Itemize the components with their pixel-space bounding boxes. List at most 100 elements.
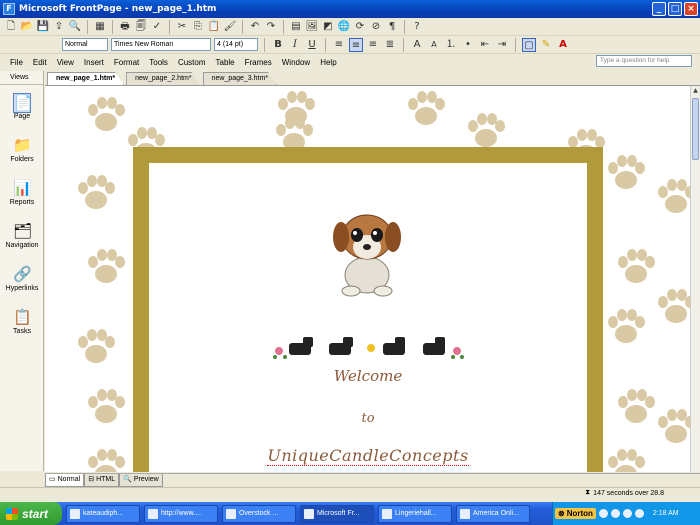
scroll-thumb[interactable] xyxy=(692,98,699,160)
tray-icon[interactable] xyxy=(598,509,608,518)
show-all-icon[interactable]: ¶ xyxy=(385,20,399,34)
scroll-up-icon[interactable]: ▲ xyxy=(691,86,700,96)
publish-icon[interactable]: ⇪ xyxy=(52,20,66,34)
print-icon[interactable]: 🖶 xyxy=(118,20,132,34)
tray-icon[interactable] xyxy=(610,509,620,518)
view-tasks[interactable]: 📋 Tasks xyxy=(0,300,44,343)
vertical-scrollbar[interactable]: ▲ xyxy=(690,86,700,472)
menu-tools[interactable]: Tools xyxy=(149,58,168,67)
cut-icon[interactable]: ✂ xyxy=(175,20,189,34)
align-right-icon[interactable]: ≡ xyxy=(366,38,380,52)
start-button[interactable]: start xyxy=(0,502,62,525)
to-text: to xyxy=(149,411,587,426)
taskbar-label: Lingeriehall... xyxy=(395,509,437,517)
tab-html[interactable]: ⊟ HTML xyxy=(84,474,120,487)
taskbar-button[interactable]: kateaudiph... xyxy=(66,504,140,523)
tab-new-page-1[interactable]: new_page_1.htm* xyxy=(47,72,125,85)
underline-icon[interactable]: U xyxy=(305,38,319,52)
menu-frames[interactable]: Frames xyxy=(245,58,272,67)
tab-preview[interactable]: 🔍 Preview xyxy=(119,474,163,487)
view-reports[interactable]: 📊 Reports xyxy=(0,171,44,214)
taskbar-button[interactable]: America Onli... xyxy=(456,504,530,523)
justify-icon[interactable]: ≣ xyxy=(383,38,397,52)
paste-icon[interactable]: 📋 xyxy=(207,20,221,34)
norton-button[interactable]: ⊗ Norton xyxy=(555,508,596,519)
minimize-button[interactable]: _ xyxy=(652,2,666,16)
stop-icon[interactable]: ⊘ xyxy=(369,20,383,34)
insert-picture-icon[interactable]: 🖼 xyxy=(305,20,319,34)
menu-format[interactable]: Format xyxy=(114,58,139,67)
views-header: Views xyxy=(0,71,43,85)
font-size-dropdown[interactable]: 4 (14 pt) xyxy=(214,38,258,51)
taskbar-button[interactable]: Overstock ... xyxy=(222,504,296,523)
style-dropdown[interactable]: Normal xyxy=(62,38,108,51)
maximize-button[interactable]: □ xyxy=(668,2,682,16)
reports-icon: 📊 xyxy=(13,180,32,197)
menu-window[interactable]: Window xyxy=(282,58,310,67)
tab-normal[interactable]: ▭ Normal xyxy=(45,474,85,487)
content-cell[interactable]: Welcome to UniqueCandleConcepts xyxy=(149,163,587,472)
editor-area[interactable]: Welcome to UniqueCandleConcepts xyxy=(45,86,690,472)
window-title: Microsoft FrontPage - new_page_1.htm xyxy=(19,4,217,14)
app-icon xyxy=(70,508,80,519)
drawing-icon[interactable]: ◩ xyxy=(321,20,335,34)
help-icon[interactable]: ? xyxy=(410,20,424,34)
highlight-icon[interactable]: ✎ xyxy=(539,38,553,52)
font-color-icon[interactable]: A xyxy=(556,38,570,52)
menu-view[interactable]: View xyxy=(57,58,74,67)
decrease-font-icon[interactable]: A xyxy=(427,38,441,52)
refresh-icon[interactable]: ⟳ xyxy=(353,20,367,34)
italic-icon[interactable]: I xyxy=(288,38,302,52)
separator xyxy=(169,19,170,34)
spelling-icon[interactable]: ✓ xyxy=(150,20,164,34)
view-folders[interactable]: 📁 Folders xyxy=(0,128,44,171)
copy-icon[interactable]: ⎘ xyxy=(191,20,205,34)
align-left-icon[interactable]: ≡ xyxy=(332,38,346,52)
menu-insert[interactable]: Insert xyxy=(84,58,104,67)
menu-edit[interactable]: Edit xyxy=(33,58,47,67)
bullets-icon[interactable]: • xyxy=(461,38,475,52)
menu-help[interactable]: Help xyxy=(320,58,336,67)
decrease-indent-icon[interactable]: ⇤ xyxy=(478,38,492,52)
tray-icon[interactable] xyxy=(634,509,644,518)
redo-icon[interactable]: ↷ xyxy=(264,20,278,34)
tab-new-page-2[interactable]: new_page_2.htm* xyxy=(126,72,201,85)
view-hyperlinks[interactable]: 🔗 Hyperlinks xyxy=(0,257,44,300)
bold-icon[interactable]: B xyxy=(271,38,285,52)
view-label: Folders xyxy=(10,156,34,163)
numbering-icon[interactable]: ⒈ xyxy=(444,38,458,52)
tab-label: Preview xyxy=(133,476,159,483)
font-dropdown[interactable]: Times New Roman xyxy=(111,38,211,51)
increase-indent-icon[interactable]: ⇥ xyxy=(495,38,509,52)
tab-new-page-3[interactable]: new_page_3.htm* xyxy=(202,72,278,85)
close-button[interactable]: × xyxy=(684,2,698,16)
app-icon xyxy=(382,508,392,519)
taskbar-button[interactable]: http://www.... xyxy=(144,504,218,523)
page-view-icon: 📄 xyxy=(13,93,33,113)
tray-icon[interactable] xyxy=(622,509,632,518)
save-icon[interactable]: 💾 xyxy=(36,20,50,34)
menu-file[interactable]: File xyxy=(10,58,23,67)
view-page[interactable]: 📄 Page xyxy=(0,85,44,128)
new-page-icon[interactable]: 🗋 xyxy=(4,20,18,34)
align-center-icon[interactable]: ≡ xyxy=(349,37,363,52)
view-navigation[interactable]: 🗂 Navigation xyxy=(0,214,44,257)
increase-font-icon[interactable]: A xyxy=(410,38,424,52)
menu-table[interactable]: Table xyxy=(216,58,235,67)
insert-table-icon[interactable]: ▤ xyxy=(289,20,303,34)
taskbar-button[interactable]: Lingeriehall... xyxy=(378,504,452,523)
format-painter-icon[interactable]: 🖌 xyxy=(223,20,237,34)
menu-custom[interactable]: Custom xyxy=(178,58,206,67)
ask-question-input[interactable]: Type a question for help xyxy=(596,55,692,67)
norton-icon: ⊗ xyxy=(558,509,565,518)
search-icon[interactable]: 🔍 xyxy=(68,20,82,34)
open-icon[interactable]: 📂 xyxy=(20,20,34,34)
toggle-pane-icon[interactable]: ▦ xyxy=(93,20,107,34)
preview-icon[interactable]: 🗐 xyxy=(134,20,148,34)
undo-icon[interactable]: ↶ xyxy=(248,20,262,34)
separator xyxy=(264,37,265,52)
borders-icon[interactable]: ▢ xyxy=(522,37,536,52)
hyperlinks-icon: 🔗 xyxy=(13,266,32,283)
taskbar-button[interactable]: Microsoft Fr... xyxy=(300,504,374,523)
hyperlink-icon[interactable]: 🌐 xyxy=(337,20,351,34)
